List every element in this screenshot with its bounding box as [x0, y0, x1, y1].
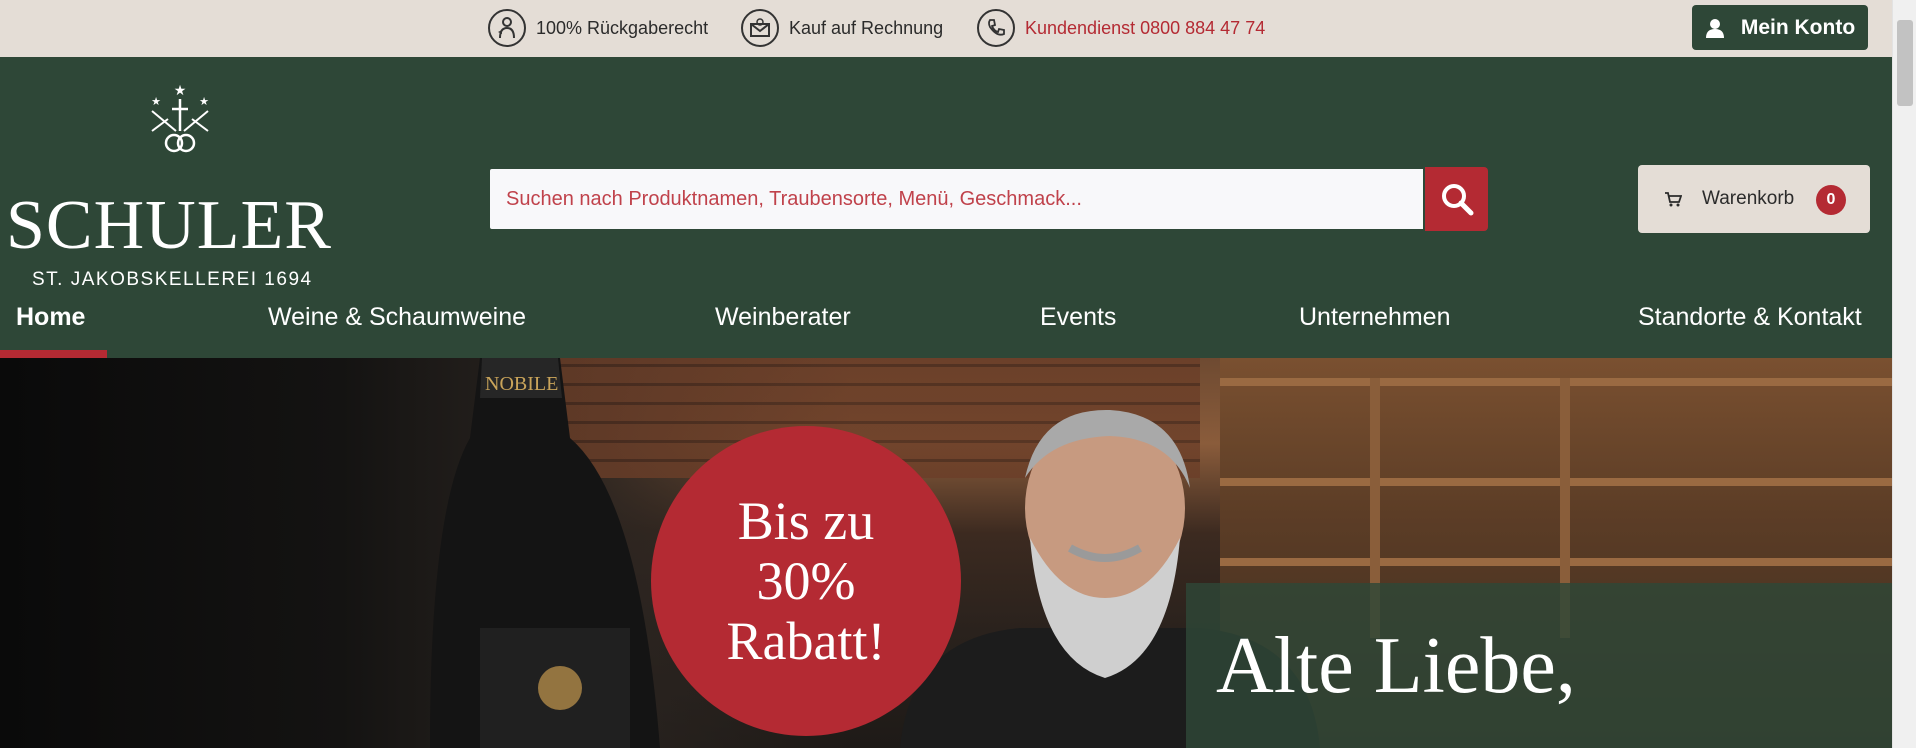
- usp-label: Kauf auf Rechnung: [789, 17, 944, 38]
- svg-text:★: ★: [174, 83, 187, 99]
- svg-text:★: ★: [199, 95, 209, 108]
- nav-item-events[interactable]: Events: [1040, 277, 1116, 358]
- top-info-bar: 100% Rückgaberecht Kauf auf Rechnung Kun…: [0, 0, 1892, 57]
- crest-icon: ★ ★ ★: [151, 83, 209, 153]
- search-input[interactable]: [488, 167, 1425, 231]
- nav-item-company[interactable]: Unternehmen: [1299, 277, 1450, 358]
- phone-icon: [977, 9, 1015, 47]
- cart-button[interactable]: Warenkorb 0: [1638, 165, 1870, 233]
- usp-invoice[interactable]: Kauf auf Rechnung: [741, 8, 943, 48]
- nav-item-wine-advisor[interactable]: Weinberater: [715, 277, 851, 358]
- logo-name: SCHULER: [6, 187, 332, 264]
- hero-banner[interactable]: NOBILE Bis zu 30% Rabatt! Alte Liebe,: [0, 358, 1892, 748]
- usp-customer-service[interactable]: Kundendienst 0800 884 47 74: [977, 8, 1265, 48]
- my-account-label: Mein Konto: [1740, 15, 1856, 39]
- active-nav-indicator: [0, 350, 107, 358]
- search-button[interactable]: [1425, 167, 1488, 231]
- return-person-icon: [488, 9, 526, 47]
- my-account-button[interactable]: Mein Konto: [1692, 5, 1868, 50]
- nav-item-wines[interactable]: Weine & Schaumweine: [268, 277, 526, 358]
- hero-text-panel: Alte Liebe,: [1186, 583, 1892, 748]
- svg-text:★: ★: [151, 95, 161, 108]
- usp-return-policy[interactable]: 100% Rückgaberecht: [488, 8, 708, 48]
- bottle-label-text: NOBILE: [485, 373, 558, 395]
- user-icon: [1705, 18, 1725, 38]
- page-scrollbar[interactable]: [1892, 0, 1916, 748]
- logo[interactable]: ★ ★ ★ SCHULER ST. JAKOBSKELLEREI 1694: [0, 81, 360, 290]
- promo-line-1: Bis zu: [737, 491, 875, 551]
- nav-item-home[interactable]: Home: [16, 277, 85, 358]
- search-bar: [488, 167, 1488, 231]
- invoice-envelope-icon: [741, 9, 779, 47]
- cart-icon: [1664, 191, 1682, 207]
- nav-item-locations-contact[interactable]: Standorte & Kontakt: [1638, 277, 1862, 358]
- cart-count-badge: 0: [1816, 185, 1846, 215]
- promo-line-2: 30%: [756, 551, 856, 611]
- usp-label: 100% Rückgaberecht: [536, 17, 709, 38]
- site-header: ★ ★ ★ SCHULER ST. JAKOBSKELLEREI 1694 Wa…: [0, 57, 1892, 358]
- discount-badge[interactable]: Bis zu 30% Rabatt!: [651, 426, 961, 736]
- cart-label: Warenkorb: [1702, 188, 1795, 209]
- scrollbar-thumb[interactable]: [1897, 20, 1913, 106]
- hero-title: Alte Liebe,: [1216, 622, 1576, 710]
- promo-line-3: Rabatt!: [726, 611, 886, 671]
- customer-service-link[interactable]: Kundendienst 0800 884 47 74: [1025, 18, 1265, 39]
- main-navigation: Home Weine & Schaumweine Weinberater Eve…: [0, 277, 1892, 358]
- search-icon: [1441, 184, 1473, 216]
